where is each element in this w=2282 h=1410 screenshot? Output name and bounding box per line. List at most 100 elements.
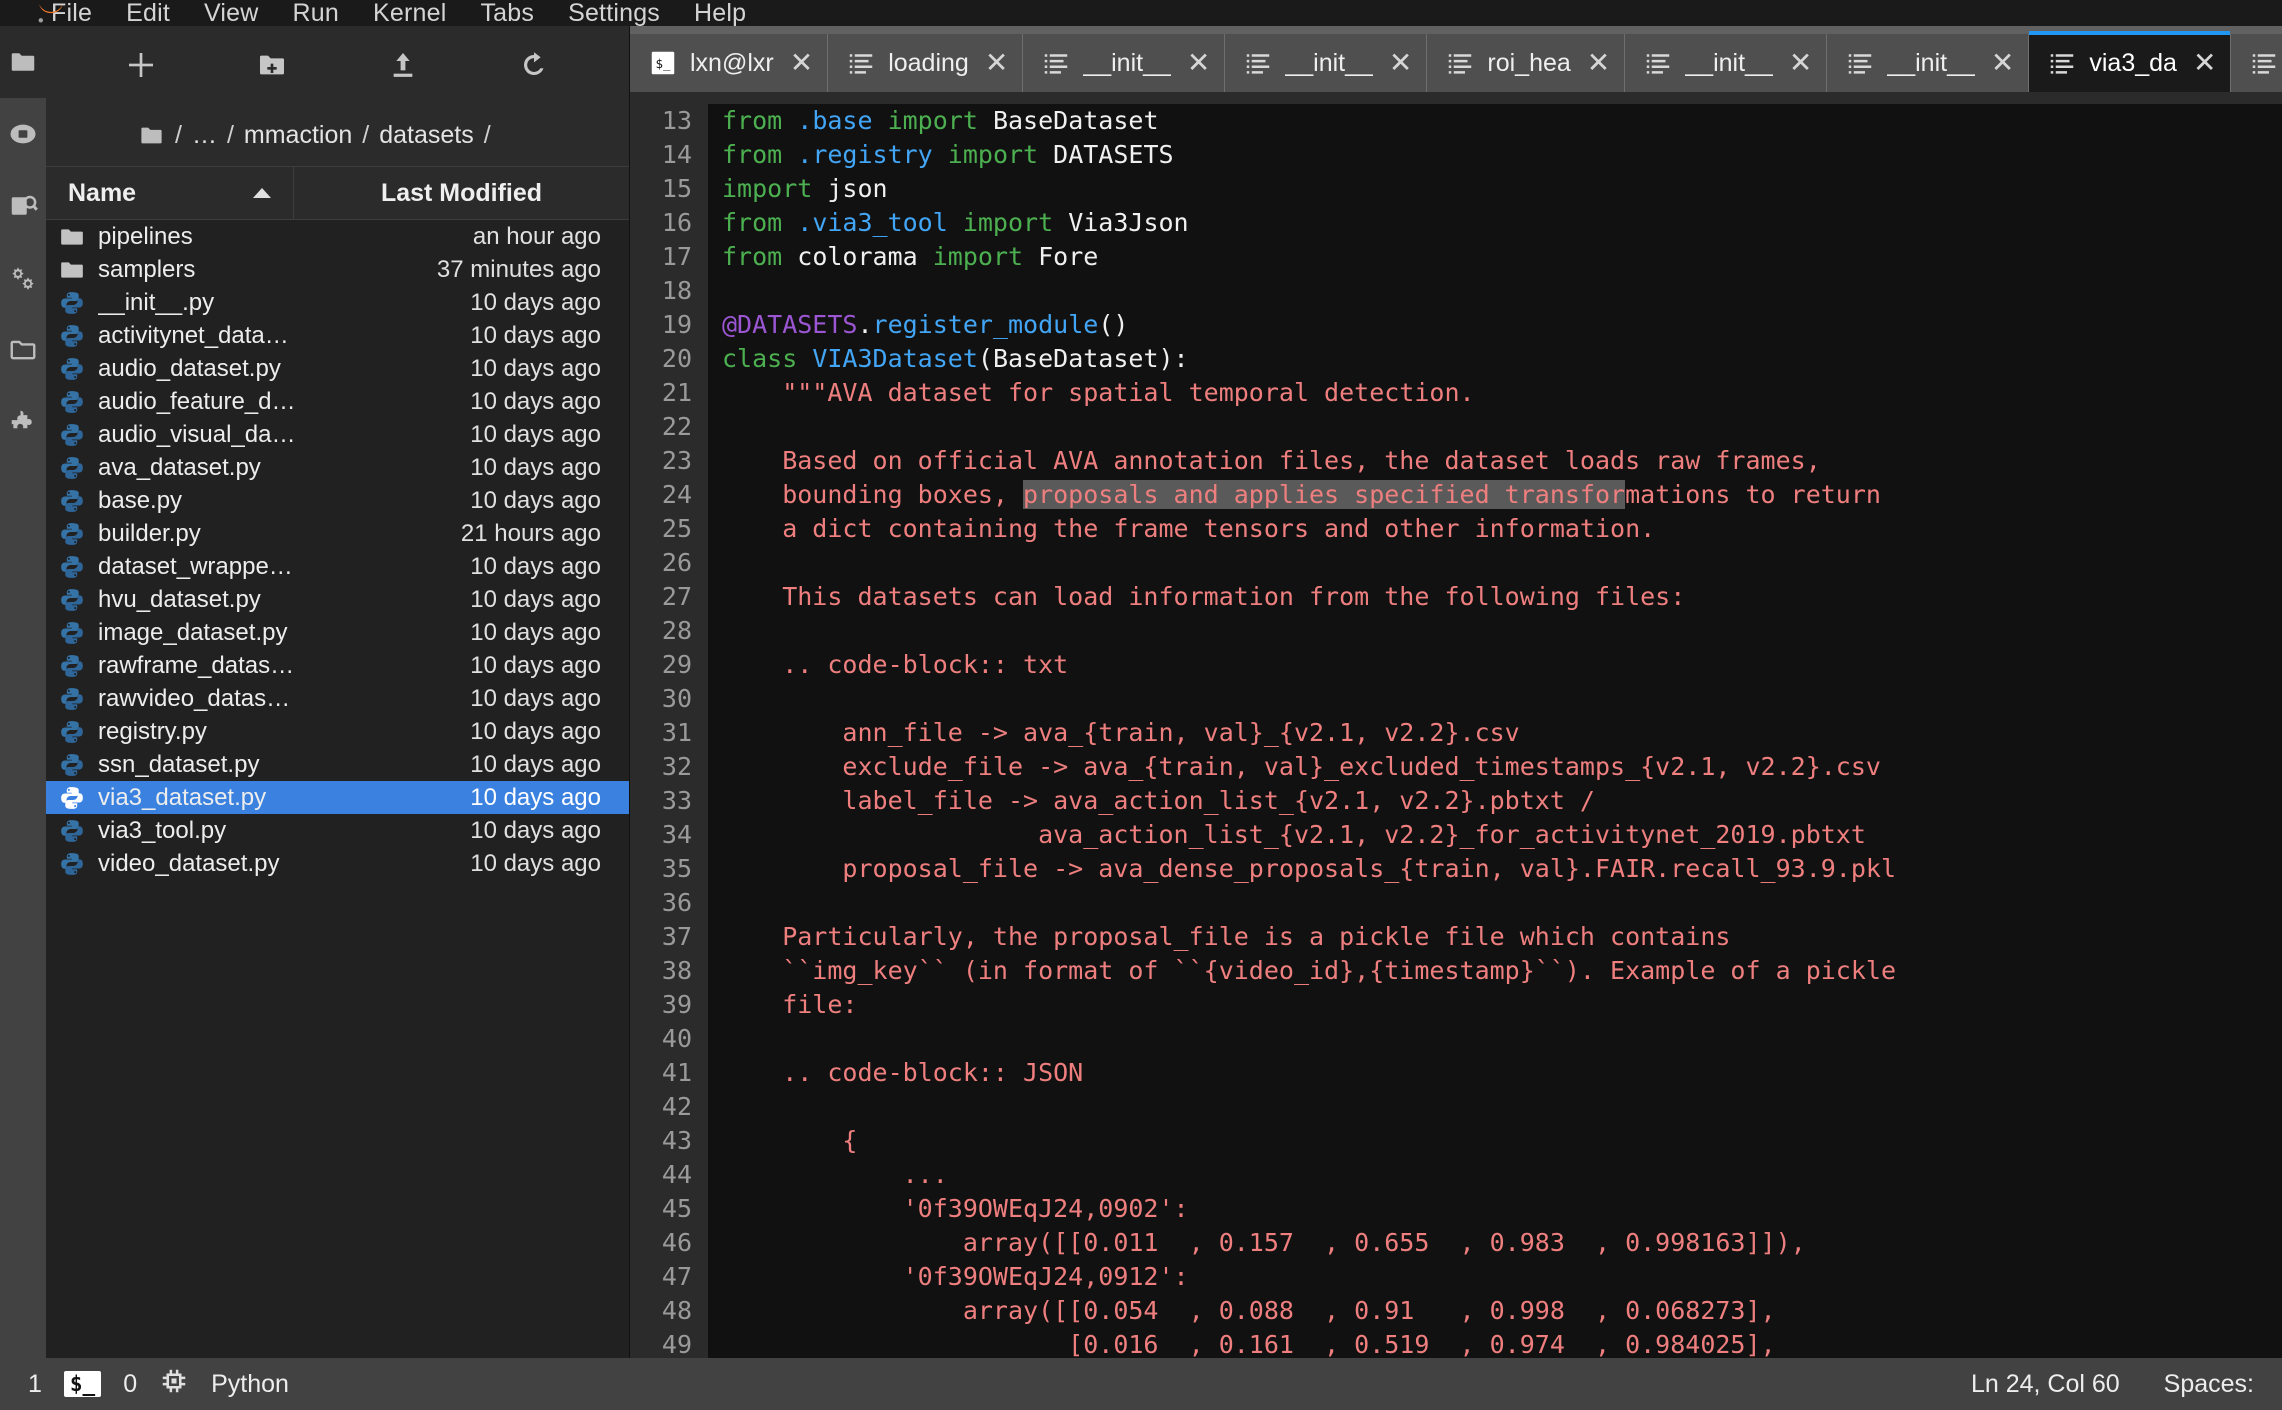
tab-loading[interactable]: loading✕ — [828, 34, 1023, 92]
file-list-item[interactable]: hvu_dataset.py10 days ago — [46, 583, 629, 616]
tab---init--[interactable]: __init__✕ — [1225, 34, 1427, 92]
new-launcher-button[interactable] — [76, 37, 207, 93]
code-line[interactable]: import json — [722, 172, 2282, 206]
code-line[interactable]: array([[0.011 , 0.157 , 0.655 , 0.983 , … — [722, 1226, 2282, 1260]
menu-edit[interactable]: Edit — [109, 0, 187, 26]
file-list-item[interactable]: audio_dataset.py10 days ago — [46, 352, 629, 385]
file-list-item[interactable]: samplers37 minutes ago — [46, 253, 629, 286]
running-terminals-icon[interactable] — [0, 98, 46, 170]
file-list-item[interactable]: audio_feature_d…10 days ago — [46, 385, 629, 418]
code-line[interactable]: class VIA3Dataset(BaseDataset): — [722, 342, 2282, 376]
tab---init--[interactable]: __init__✕ — [1023, 34, 1225, 92]
tab---init--[interactable]: __init__✕ — [1827, 34, 2029, 92]
property-inspector-icon[interactable] — [0, 170, 46, 242]
column-header-name[interactable]: Name — [46, 167, 294, 219]
cursor-position[interactable]: Ln 24, Col 60 — [1971, 1370, 2120, 1399]
file-list-item-selected[interactable]: via3_dataset.py10 days ago — [46, 781, 629, 814]
menu-settings[interactable]: Settings — [551, 0, 677, 26]
code-line[interactable]: from .registry import DATASETS — [722, 138, 2282, 172]
code-line[interactable] — [722, 886, 2282, 920]
tab-close-icon[interactable]: ✕ — [2193, 49, 2216, 77]
breadcrumb-ellipsis[interactable]: … — [192, 121, 217, 150]
file-list-item[interactable]: pipelinesan hour ago — [46, 220, 629, 253]
kernel-language[interactable]: Python — [211, 1370, 289, 1399]
code-line[interactable]: ... — [722, 1158, 2282, 1192]
file-list-item[interactable]: __init__.py10 days ago — [46, 286, 629, 319]
terminals-count[interactable]: 1 — [28, 1370, 42, 1399]
tab-my-s[interactable]: my_s — [2231, 34, 2282, 92]
tab---init--[interactable]: __init__✕ — [1625, 34, 1827, 92]
tab-via3-da[interactable]: via3_da✕ — [2029, 34, 2231, 92]
code-line[interactable] — [722, 274, 2282, 308]
tab-close-icon[interactable]: ✕ — [1389, 49, 1412, 77]
code-editor[interactable]: 1314151617181920212223242526272829303132… — [630, 92, 2282, 1358]
tab-roi-hea[interactable]: roi_hea✕ — [1427, 34, 1625, 92]
code-line[interactable]: @DATASETS.register_module() — [722, 308, 2282, 342]
terminal-icon[interactable]: $_ — [64, 1371, 101, 1397]
code-line[interactable] — [722, 410, 2282, 444]
code-line[interactable]: """AVA dataset for spatial temporal dete… — [722, 376, 2282, 410]
code-line[interactable] — [722, 614, 2282, 648]
code-line[interactable]: .. code-block:: JSON — [722, 1056, 2282, 1090]
code-line[interactable]: file: — [722, 988, 2282, 1022]
code-line[interactable]: from .via3_tool import Via3Json — [722, 206, 2282, 240]
kernels-count[interactable]: 0 — [123, 1370, 137, 1399]
file-list-item[interactable]: registry.py10 days ago — [46, 715, 629, 748]
upload-button[interactable] — [338, 37, 469, 93]
file-list-item[interactable]: ssn_dataset.py10 days ago — [46, 748, 629, 781]
tab-close-icon[interactable]: ✕ — [1187, 49, 1210, 77]
breadcrumb-datasets[interactable]: datasets — [379, 121, 474, 150]
code-line[interactable] — [722, 1022, 2282, 1056]
file-list-item[interactable]: video_dataset.py10 days ago — [46, 847, 629, 880]
menu-help[interactable]: Help — [677, 0, 763, 26]
code-line[interactable]: a dict containing the frame tensors and … — [722, 512, 2282, 546]
breadcrumb[interactable]: / … / mmaction / datasets / — [46, 104, 629, 166]
code-line[interactable]: proposal_file -> ava_dense_proposals_{tr… — [722, 852, 2282, 886]
menu-tabs[interactable]: Tabs — [463, 0, 551, 26]
code-line[interactable]: array([[0.054 , 0.088 , 0.91 , 0.998 , 0… — [722, 1294, 2282, 1328]
menu-run[interactable]: Run — [276, 0, 356, 26]
code-line[interactable]: exclude_file -> ava_{train, val}_exclude… — [722, 750, 2282, 784]
tab-close-icon[interactable]: ✕ — [985, 49, 1008, 77]
file-list-item[interactable]: rawvideo_datas…10 days ago — [46, 682, 629, 715]
code-line[interactable]: [0.016 , 0.161 , 0.519 , 0.974 , 0.98402… — [722, 1328, 2282, 1358]
code-line[interactable]: { — [722, 1124, 2282, 1158]
home-folder-icon[interactable] — [138, 122, 165, 149]
code-line[interactable]: This datasets can load information from … — [722, 580, 2282, 614]
tab-lxn-lxr[interactable]: $_lxn@lxr✕ — [630, 34, 828, 92]
tab-close-icon[interactable]: ✕ — [1991, 49, 2014, 77]
code-line[interactable]: bounding boxes, proposals and applies sp… — [722, 478, 2282, 512]
code-line[interactable]: ``img_key`` (in format of ``{video_id},{… — [722, 954, 2282, 988]
breadcrumb-mmaction[interactable]: mmaction — [244, 121, 352, 150]
code-line[interactable]: .. code-block:: txt — [722, 648, 2282, 682]
column-header-last-modified[interactable]: Last Modified — [294, 179, 629, 208]
file-browser-icon[interactable] — [0, 26, 46, 98]
code-line[interactable]: '0f39OWEqJ24,0902': — [722, 1192, 2282, 1226]
file-list-item[interactable]: builder.py21 hours ago — [46, 517, 629, 550]
file-list-item[interactable]: audio_visual_da…10 days ago — [46, 418, 629, 451]
file-list-item[interactable]: ava_dataset.py10 days ago — [46, 451, 629, 484]
new-folder-button[interactable] — [207, 37, 338, 93]
file-list-item[interactable]: image_dataset.py10 days ago — [46, 616, 629, 649]
menu-kernel[interactable]: Kernel — [356, 0, 463, 26]
file-list-item[interactable]: base.py10 days ago — [46, 484, 629, 517]
command-palette-icon[interactable] — [0, 242, 46, 314]
file-list-item[interactable]: rawframe_datas…10 days ago — [46, 649, 629, 682]
code-line[interactable]: from colorama import Fore — [722, 240, 2282, 274]
code-line[interactable]: label_file -> ava_action_list_{v2.1, v2.… — [722, 784, 2282, 818]
tab-close-icon[interactable]: ✕ — [1587, 49, 1610, 77]
code-line[interactable]: from .base import BaseDataset — [722, 104, 2282, 138]
file-list-item[interactable]: via3_tool.py10 days ago — [46, 814, 629, 847]
code-content[interactable]: from .base import BaseDatasetfrom .regis… — [708, 92, 2282, 1358]
file-list-item[interactable]: activitynet_data…10 days ago — [46, 319, 629, 352]
chip-icon[interactable] — [159, 1366, 189, 1403]
tab-close-icon[interactable]: ✕ — [790, 49, 813, 77]
code-line[interactable]: ann_file -> ava_{train, val}_{v2.1, v2.2… — [722, 716, 2282, 750]
menu-view[interactable]: View — [187, 0, 276, 26]
code-line[interactable] — [722, 546, 2282, 580]
extension-manager-icon[interactable] — [0, 386, 46, 458]
code-line[interactable]: '0f39OWEqJ24,0912': — [722, 1260, 2282, 1294]
code-line[interactable]: Based on official AVA annotation files, … — [722, 444, 2282, 478]
tab-close-icon[interactable]: ✕ — [1789, 49, 1812, 77]
code-line[interactable] — [722, 682, 2282, 716]
